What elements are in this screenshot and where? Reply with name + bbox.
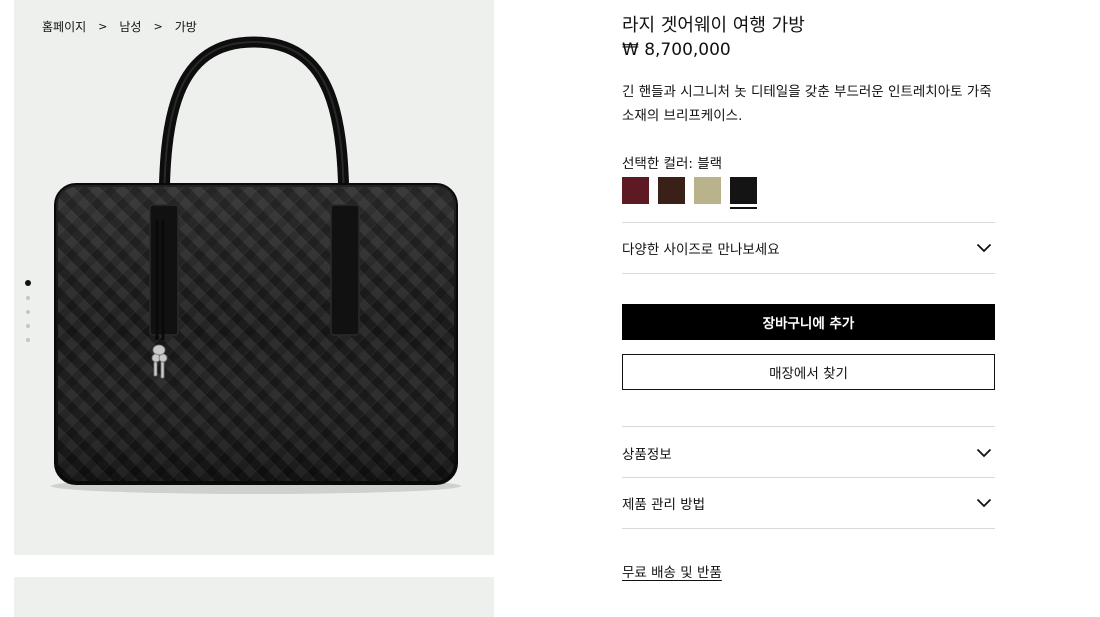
product-gallery: 홈페이지 > 남성 > 가방 <box>14 0 494 555</box>
chevron-down-icon <box>973 237 995 259</box>
product-description: 긴 핸들과 시그니처 놋 디테일을 갖춘 부드러운 인트레치아토 가죽 소재의 … <box>622 84 992 124</box>
color-swatch-burgundy[interactable] <box>622 177 649 204</box>
chevron-down-icon <box>973 442 995 464</box>
product-title: 라지 겟어웨이 여행 가방 <box>622 15 805 36</box>
add-to-cart-button[interactable]: 장바구니에 추가 <box>622 304 995 340</box>
color-swatch-brown[interactable] <box>658 177 685 204</box>
free-shipping-returns-link[interactable]: 무료 배송 및 반품 <box>622 561 722 581</box>
woven-leather-briefcase-image <box>51 36 461 494</box>
find-in-store-button[interactable]: 매장에서 찾기 <box>622 354 995 390</box>
accordion-product-info[interactable]: 상품정보 <box>622 426 995 478</box>
size-options-label: 다양한 사이즈로 만나보세요 <box>622 242 780 258</box>
accordion-label: 상품정보 <box>622 446 672 463</box>
color-swatches <box>622 177 757 209</box>
selected-color-label: 선택한 컬러: 블랙 <box>622 156 723 172</box>
color-swatch-black[interactable] <box>730 177 757 209</box>
chevron-down-icon <box>973 492 995 514</box>
size-options-toggle[interactable]: 다양한 사이즈로 만나보세요 <box>622 222 995 274</box>
color-swatch-khaki[interactable] <box>694 177 721 204</box>
product-price: ₩ 8,700,000 <box>622 40 731 60</box>
product-gallery-next-image <box>14 577 494 617</box>
accordion-care-instructions[interactable]: 제품 관리 방법 <box>622 477 995 529</box>
accordion-label: 제품 관리 방법 <box>622 497 706 513</box>
